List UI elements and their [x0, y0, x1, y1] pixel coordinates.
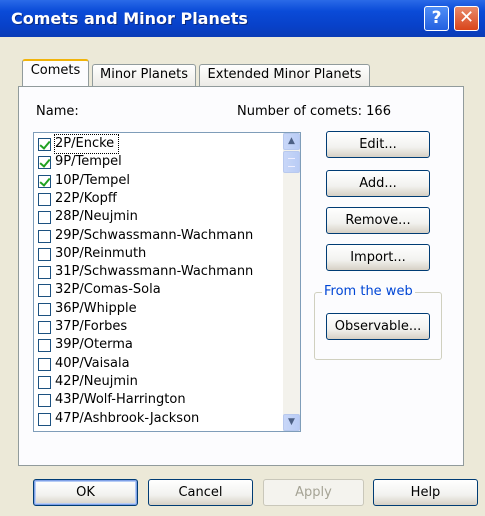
name-label: Name:: [36, 104, 79, 119]
comet-name: 43P/Wolf-Harrington: [55, 392, 186, 408]
checkbox[interactable]: [38, 247, 51, 261]
checkbox[interactable]: [38, 192, 51, 206]
comet-name: 36P/Whipple: [55, 300, 137, 316]
scroll-down-button[interactable]: ▼: [283, 414, 300, 431]
remove-button[interactable]: Remove...: [326, 207, 430, 234]
checkbox[interactable]: [38, 284, 51, 298]
list-item[interactable]: 36P/Whipple: [36, 300, 281, 318]
checkbox[interactable]: [38, 394, 51, 408]
comet-name: 29P/Schwassmann-Wachmann: [55, 227, 254, 243]
checkbox[interactable]: [38, 321, 51, 334]
tab-label: Comets: [30, 63, 81, 78]
comet-name: 22P/Kopff: [55, 190, 117, 206]
list-item[interactable]: 9P/Tempel: [36, 153, 281, 171]
scroll-up-button[interactable]: ▲: [283, 133, 300, 150]
list-item[interactable]: 28P/Neujmin: [36, 208, 281, 226]
add-button[interactable]: Add...: [326, 170, 430, 197]
list-item[interactable]: 10P/Tempel: [36, 172, 281, 190]
checkbox[interactable]: [38, 357, 51, 371]
checkbox[interactable]: [38, 339, 51, 353]
checkbox[interactable]: [38, 229, 51, 243]
title-bar: Comets and Minor Planets ? ✕: [0, 0, 485, 37]
scroll-thumb[interactable]: [283, 151, 300, 173]
list-item[interactable]: 29P/Schwassmann-Wachmann: [36, 227, 281, 245]
cancel-button[interactable]: Cancel: [148, 479, 253, 506]
comet-name: 37P/Forbes: [55, 319, 128, 334]
tab-label: Minor Planets: [99, 67, 189, 82]
help-button[interactable]: Help: [373, 479, 478, 506]
list-item[interactable]: 42P/Neujmin: [36, 373, 281, 391]
from-web-label: From the web: [322, 284, 415, 299]
help-title-button[interactable]: ?: [424, 6, 449, 31]
list-item[interactable]: 39P/Oterma: [36, 336, 281, 354]
comet-name: 47P/Ashbrook-Jackson: [55, 410, 200, 426]
close-icon: ✕: [458, 7, 475, 28]
checkbox[interactable]: [38, 174, 51, 188]
list-item[interactable]: 37P/Forbes: [36, 318, 281, 336]
tab-extended-minor-planets[interactable]: Extended Minor Planets: [199, 64, 370, 86]
list-item[interactable]: 2P/Encke: [36, 134, 281, 154]
list-item[interactable]: 47P/Ashbrook-Jackson: [36, 410, 281, 428]
comet-name: 30P/Reinmuth: [55, 245, 147, 261]
tab-minor-planets[interactable]: Minor Planets: [92, 64, 196, 86]
observable-button[interactable]: Observable...: [326, 313, 430, 340]
list-item[interactable]: 31P/Schwassmann-Wachmann: [36, 263, 281, 281]
comet-name: 28P/Neujmin: [55, 209, 138, 225]
comet-name: 42P/Neujmin: [55, 373, 138, 389]
comet-name: 2P/Encke: [53, 134, 120, 154]
comet-list[interactable]: 2P/Encke 9P/Tempel 10P/Tempel 22P/Kopff 28P/…: [33, 132, 301, 432]
list-item[interactable]: 43P/Wolf-Harrington: [36, 391, 281, 409]
help-icon: ?: [431, 8, 442, 28]
checkbox[interactable]: [38, 266, 51, 280]
checkbox[interactable]: [38, 211, 51, 225]
comet-name: 40P/Vaisala: [55, 355, 130, 371]
comet-count: Number of comets: 166: [237, 104, 391, 119]
checkbox[interactable]: [38, 302, 51, 316]
list-item[interactable]: 30P/Reinmuth: [36, 245, 281, 263]
apply-button[interactable]: Apply: [263, 479, 364, 506]
edit-button[interactable]: Edit...: [326, 131, 430, 158]
comet-name: 32P/Comas-Sola: [55, 282, 161, 298]
list-item[interactable]: 32P/Comas-Sola: [36, 281, 281, 299]
import-button[interactable]: Import...: [326, 244, 430, 271]
comet-name: 9P/Tempel: [55, 154, 122, 170]
ok-button[interactable]: OK: [33, 479, 138, 506]
checkbox[interactable]: [38, 156, 51, 170]
list-item[interactable]: 40P/Vaisala: [36, 355, 281, 373]
checkbox[interactable]: [38, 375, 51, 389]
comet-name: 10P/Tempel: [55, 172, 131, 188]
comet-name: 31P/Schwassmann-Wachmann: [55, 264, 254, 280]
tab-comets[interactable]: Comets: [22, 59, 89, 86]
tab-label: Extended Minor Planets: [207, 67, 362, 82]
list-item[interactable]: 22P/Kopff: [36, 190, 281, 208]
comet-name: 39P/Oterma: [55, 337, 133, 353]
close-title-button[interactable]: ✕: [454, 6, 479, 31]
checkbox[interactable]: [38, 412, 51, 426]
checkbox[interactable]: [38, 138, 51, 151]
window-title: Comets and Minor Planets: [11, 9, 248, 28]
list-scrollbar[interactable]: ▲ ▼: [283, 133, 300, 431]
